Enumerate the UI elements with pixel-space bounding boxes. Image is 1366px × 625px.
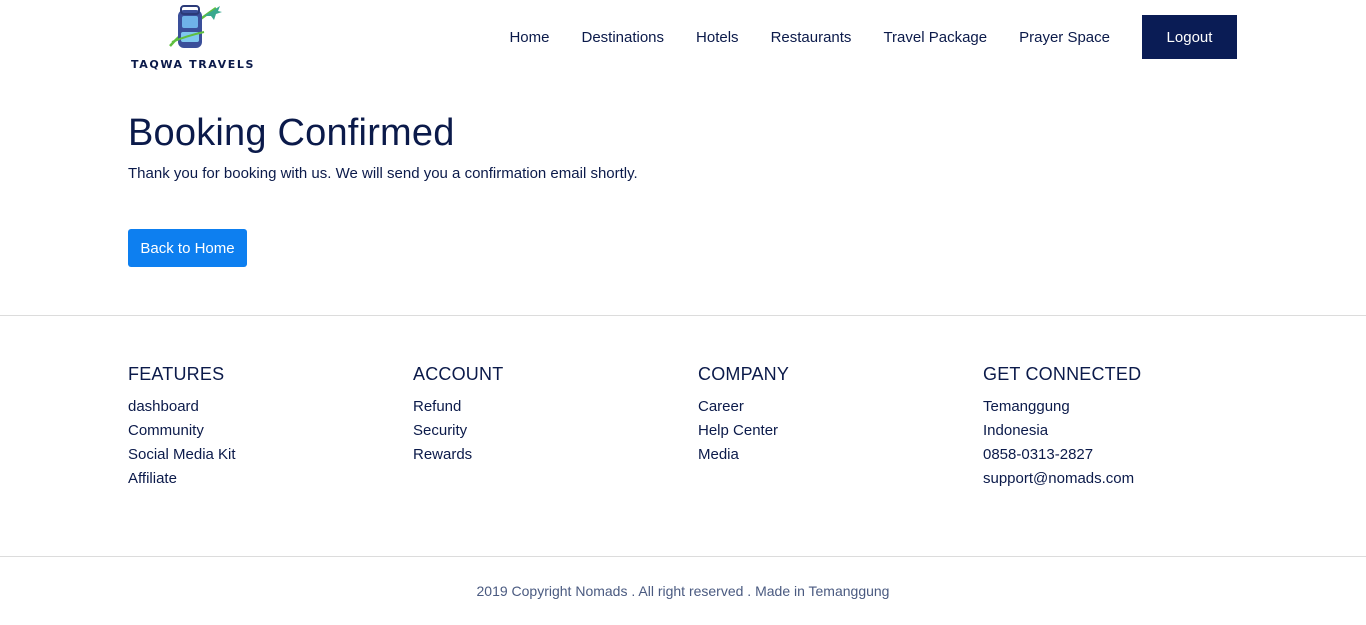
footer-heading: COMPANY <box>698 364 790 384</box>
nav-destinations-link[interactable]: Destinations <box>581 29 664 46</box>
footer-link-career[interactable]: Career <box>698 395 789 419</box>
footer-link-dashboard[interactable]: dashboard <box>128 395 236 419</box>
footer-link-affiliate[interactable]: Affiliate <box>128 467 236 491</box>
footer-link-social-media-kit[interactable]: Social Media Kit <box>128 443 236 467</box>
footer-column-account: ACCOUNT Refund Security Rewards <box>413 364 503 467</box>
brand-name: TAQWA TRAVELS <box>131 58 255 71</box>
nav-restaurants-link[interactable]: Restaurants <box>771 29 852 46</box>
footer-link-media[interactable]: Media <box>698 443 789 467</box>
nav-home-link[interactable]: Home <box>509 29 549 46</box>
footer-heading: ACCOUNT <box>413 364 504 384</box>
brand-logo[interactable]: TAQWA TRAVELS <box>128 2 260 74</box>
footer-link-security[interactable]: Security <box>413 419 503 443</box>
footer-heading: FEATURES <box>128 364 225 384</box>
footer-link-rewards[interactable]: Rewards <box>413 443 503 467</box>
footer-link-community[interactable]: Community <box>128 419 236 443</box>
backpack-plane-logo-icon <box>169 5 222 48</box>
footer-divider-top <box>0 315 1366 316</box>
footer-divider-bottom <box>0 556 1366 557</box>
footer-contact-phone: 0858-0313-2827 <box>983 446 1094 463</box>
navbar: TAQWA TRAVELS Home Destinations Hotels R… <box>0 0 1366 78</box>
logout-button[interactable]: Logout <box>1142 15 1237 59</box>
footer-contact-email[interactable]: support@nomads.com <box>983 467 1141 491</box>
footer-heading: GET CONNECTED <box>983 364 1142 384</box>
nav-prayer-space-link[interactable]: Prayer Space <box>1019 29 1110 46</box>
copyright-text: 2019 Copyright Nomads . All right reserv… <box>476 583 890 599</box>
back-to-home-button[interactable]: Back to Home <box>128 229 247 267</box>
nav-hotels-link[interactable]: Hotels <box>696 29 739 46</box>
confirmation-section: Booking Confirmed Thank you for booking … <box>128 112 638 267</box>
footer-contact-city: Temanggung <box>983 398 1070 415</box>
nav-travel-package-link[interactable]: Travel Package <box>883 29 987 46</box>
footer-column-get-connected: GET CONNECTED Temanggung Indonesia 0858-… <box>983 364 1141 491</box>
footer-link-refund[interactable]: Refund <box>413 395 503 419</box>
main-navigation: Home Destinations Hotels Restaurants Tra… <box>509 15 1237 59</box>
footer-contact-country: Indonesia <box>983 422 1049 439</box>
footer-column-company: COMPANY Career Help Center Media <box>698 364 789 467</box>
footer-link-help-center[interactable]: Help Center <box>698 419 789 443</box>
footer-column-features: FEATURES dashboard Community Social Medi… <box>128 364 236 491</box>
confirmation-message: Thank you for booking with us. We will s… <box>128 165 638 182</box>
page-title: Booking Confirmed <box>128 112 455 154</box>
